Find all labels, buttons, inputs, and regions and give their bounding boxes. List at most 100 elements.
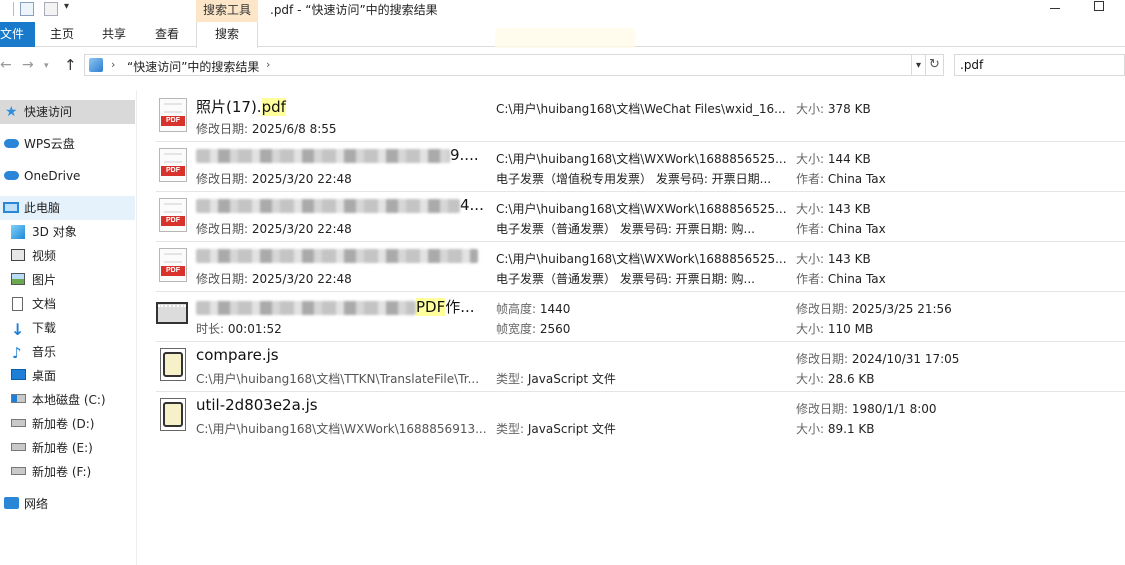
file-content-preview: 电子发票（增值税专用发票） 发票号码: 开票日期...: [496, 172, 772, 186]
sidebar-item-network[interactable]: 网络: [0, 492, 135, 516]
file-path: C:\用户\huibang168\文档\WXWork\1688856525...: [496, 152, 786, 166]
file-name: [196, 246, 478, 264]
file-path: C:\用户\huibang168\文档\WXWork\1688856913...: [196, 422, 487, 436]
sidebar-item-pictures[interactable]: 图片: [0, 268, 135, 292]
sidebar-item-wps-cloud[interactable]: WPS云盘: [0, 132, 135, 156]
file-content-preview: 电子发票（普通发票） 发票号码: 开票日期: 购...: [496, 272, 755, 286]
file-content-preview: 电子发票（普通发票） 发票号码: 开票日期: 购...: [496, 222, 755, 236]
local-disk-icon: [11, 394, 26, 403]
tab-search[interactable]: 搜索: [196, 22, 258, 48]
list-item[interactable]: compare.js C:\用户\huibang168\文档\TTKN\Tran…: [156, 342, 1125, 392]
redacted-text: [196, 198, 460, 213]
downloads-folder-icon: ↓: [11, 320, 25, 339]
file-modified: 修改日期: 1980/1/1 8:00: [796, 402, 937, 416]
file-type: 类型: JavaScript 文件: [496, 372, 616, 386]
refresh-icon[interactable]: ↻: [926, 54, 944, 76]
frame-height: 帧高度: 1440: [496, 302, 571, 316]
cloud-icon: [4, 139, 19, 148]
star-icon: ★: [5, 104, 18, 120]
navigation-bar: ← → ▾ ↑ › “快速访问”中的搜索结果 › ▾ ↻ .pdf: [0, 48, 1125, 86]
tab-view[interactable]: 查看: [155, 22, 179, 47]
tab-share[interactable]: 共享: [102, 22, 126, 47]
list-item[interactable]: util-2d803e2a.js C:\用户\huibang168\文档\WXW…: [156, 392, 1125, 442]
sidebar-item-documents[interactable]: 文档: [0, 292, 135, 316]
file-author: 作者: China Tax: [796, 222, 886, 236]
sidebar-item-desktop[interactable]: 桌面: [0, 364, 135, 388]
documents-folder-icon: [12, 297, 23, 311]
new-folder-icon[interactable]: [44, 2, 58, 16]
network-icon: [4, 497, 19, 509]
breadcrumb-search-results[interactable]: “快速访问”中的搜索结果: [127, 58, 259, 75]
breadcrumb-chevron-icon[interactable]: ›: [111, 58, 115, 71]
search-results-icon: [89, 58, 103, 72]
sidebar-item-this-pc[interactable]: 此电脑: [0, 196, 135, 220]
drive-icon: [11, 419, 26, 427]
drive-icon: [11, 443, 26, 451]
file-path: C:\用户\huibang168\文档\WXWork\1688856525...: [496, 202, 786, 216]
list-item[interactable]: PDF 4... 修改日期: 2025/3/20 22:48 C:\用户\hui…: [156, 192, 1125, 242]
file-author: 作者: China Tax: [796, 172, 886, 186]
file-modified: 修改日期: 2025/3/20 22:48: [196, 272, 352, 286]
address-history-chevron-icon[interactable]: ▾: [912, 54, 926, 76]
customize-toolbar-chevron-icon[interactable]: ▾: [64, 1, 69, 12]
file-size: 大小: 89.1 KB: [796, 422, 875, 436]
quick-access-folder-icon[interactable]: [0, 2, 14, 16]
list-item[interactable]: PDF作... 时长: 00:01:52 帧高度: 1440 帧宽度: 2560…: [156, 292, 1125, 342]
up-arrow-icon[interactable]: ↑: [64, 56, 77, 74]
list-item[interactable]: PDF 9.... 修改日期: 2025/3/20 22:48 C:\用户\hu…: [156, 142, 1125, 192]
sidebar-item-drive-f[interactable]: 新加卷 (F:): [0, 460, 135, 484]
sidebar-item-drive-c[interactable]: 本地磁盘 (C:): [0, 388, 135, 412]
sidebar-item-quick-access[interactable]: ★ 快速访问: [0, 100, 135, 124]
music-folder-icon: ♪: [12, 344, 22, 362]
pdf-file-icon: PDF: [159, 198, 187, 232]
file-size: 大小: 28.6 KB: [796, 372, 875, 386]
maximize-icon[interactable]: [1094, 1, 1104, 11]
file-name: compare.js: [196, 346, 279, 364]
redacted-text: [196, 248, 478, 263]
tab-home[interactable]: 主页: [50, 22, 74, 47]
file-path: C:\用户\huibang168\文档\WXWork\1688856525...: [496, 252, 786, 266]
sidebar-item-music[interactable]: ♪ 音乐: [0, 340, 135, 364]
address-bar[interactable]: › “快速访问”中的搜索结果 ›: [84, 54, 912, 76]
file-modified: 修改日期: 2025/6/8 8:55: [196, 122, 337, 136]
pdf-file-icon: PDF: [159, 98, 187, 132]
redacted-text: [196, 148, 450, 163]
minimize-icon[interactable]: [1050, 8, 1060, 9]
desktop-folder-icon: [11, 369, 26, 380]
pdf-file-icon: PDF: [159, 148, 187, 182]
properties-icon[interactable]: [20, 2, 34, 16]
frame-width: 帧宽度: 2560: [496, 322, 571, 336]
file-name: util-2d803e2a.js: [196, 396, 318, 414]
file-modified: 修改日期: 2024/10/31 17:05: [796, 352, 960, 366]
file-type: 类型: JavaScript 文件: [496, 422, 616, 436]
list-item[interactable]: PDF 修改日期: 2025/3/20 22:48 C:\用户\huibang1…: [156, 242, 1125, 292]
pictures-folder-icon: [11, 273, 25, 285]
back-arrow-icon[interactable]: ←: [0, 57, 12, 73]
search-input[interactable]: .pdf: [954, 54, 1125, 76]
file-size: 大小: 110 MB: [796, 322, 874, 336]
onedrive-icon: [4, 171, 19, 180]
recent-locations-chevron-icon[interactable]: ▾: [44, 61, 49, 71]
sidebar-item-drive-d[interactable]: 新加卷 (D:): [0, 412, 135, 436]
window-title: .pdf - “快速访问”中的搜索结果: [270, 3, 438, 17]
breadcrumb-chevron-icon[interactable]: ›: [266, 58, 270, 71]
tab-file[interactable]: 文件: [0, 22, 35, 47]
file-modified: 修改日期: 2025/3/20 22:48: [196, 172, 352, 186]
file-path: C:\用户\huibang168\文档\WeChat Files\wxid_16…: [496, 102, 786, 116]
sidebar-item-3d-objects[interactable]: 3D 对象: [0, 220, 135, 244]
javascript-file-icon: [160, 348, 186, 381]
computer-icon: [3, 202, 19, 213]
drive-icon: [11, 467, 26, 475]
file-size: 大小: 144 KB: [796, 152, 871, 166]
sidebar-item-drive-e[interactable]: 新加卷 (E:): [0, 436, 135, 460]
file-path: C:\用户\huibang168\文档\TTKN\TranslateFile\T…: [196, 372, 480, 386]
file-name: 4...: [196, 196, 484, 214]
3d-objects-icon: [11, 225, 25, 239]
sidebar-item-videos[interactable]: 视频: [0, 244, 135, 268]
sidebar-item-downloads[interactable]: ↓ 下载: [0, 316, 135, 340]
sidebar-item-onedrive[interactable]: OneDrive: [0, 164, 135, 188]
forward-arrow-icon[interactable]: →: [22, 57, 34, 73]
title-bar: ▾ 搜索工具 .pdf - “快速访问”中的搜索结果: [0, 0, 1125, 22]
file-duration: 时长: 00:01:52: [196, 322, 282, 336]
list-item[interactable]: PDF 照片(17).pdf 修改日期: 2025/6/8 8:55 C:\用户…: [156, 92, 1125, 142]
